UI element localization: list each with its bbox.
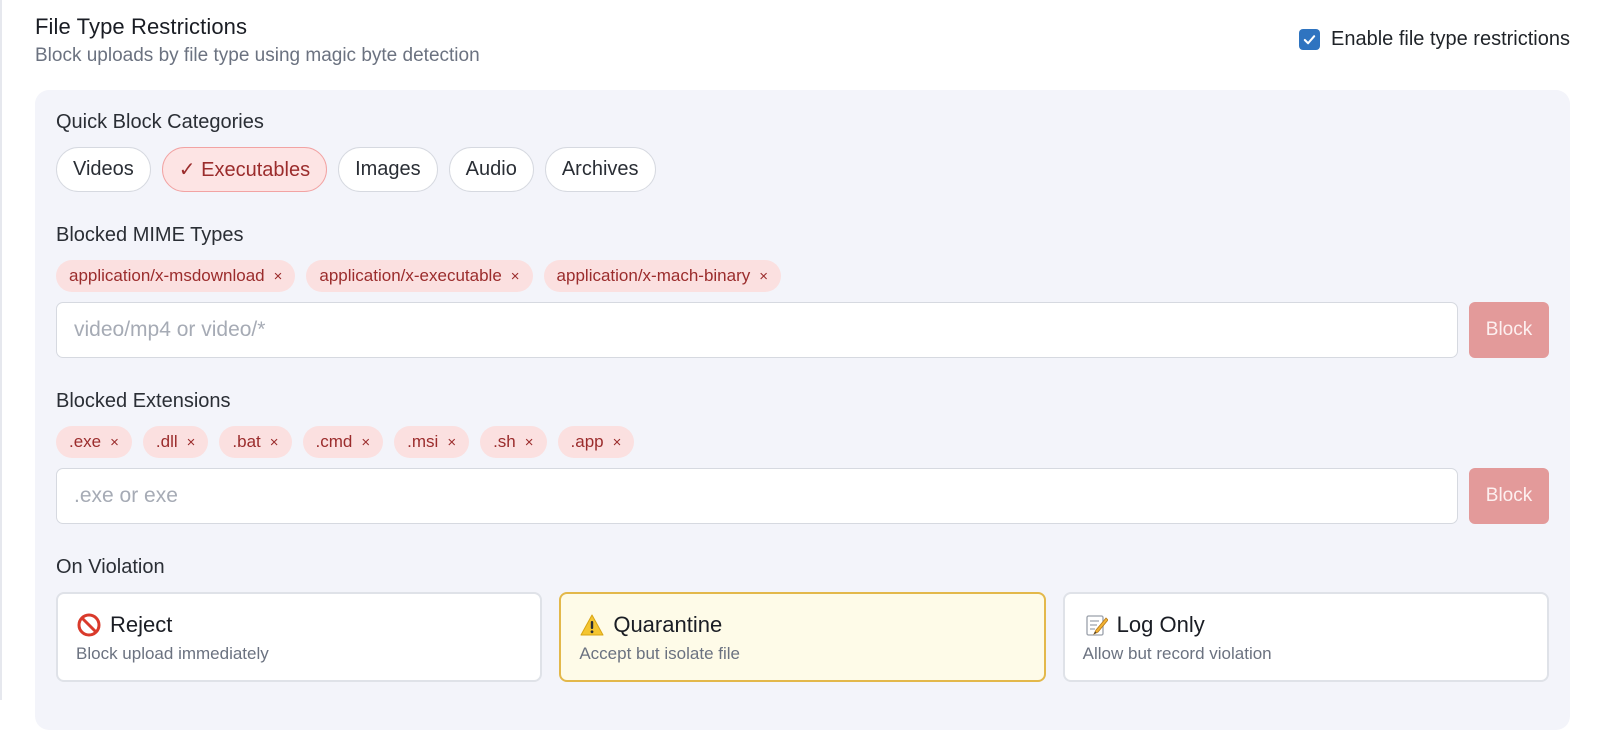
remove-tag-icon[interactable]: ×	[613, 434, 622, 451]
mime-tag-list: application/x-msdownload × application/x-…	[56, 260, 782, 292]
violation-option-quarantine[interactable]: Quarantine Accept but isolate file	[559, 592, 1046, 682]
option-title: Reject	[110, 612, 173, 637]
extension-tag: .dll ×	[142, 426, 209, 458]
category-chip-audio[interactable]: Audio	[448, 147, 534, 192]
option-title: Log Only	[1116, 612, 1205, 637]
memo-icon	[1083, 612, 1109, 638]
option-description: Accept but isolate file	[579, 644, 740, 663]
extension-tag: .msi ×	[394, 426, 470, 458]
extension-tag: .exe ×	[56, 426, 132, 458]
no-entry-icon	[76, 612, 102, 638]
page-title: File Type Restrictions	[35, 14, 248, 39]
left-divider	[0, 0, 2, 700]
tag-label: .app	[570, 432, 604, 451]
tag-label: application/x-executable	[319, 266, 502, 285]
violation-option-reject[interactable]: Reject Block upload immediately	[56, 592, 543, 682]
tag-label: .sh	[493, 432, 516, 451]
page-subtitle: Block uploads by file type using magic b…	[35, 45, 480, 66]
restrictions-panel: Quick Block Categories Videos ✓ Executab…	[35, 90, 1570, 730]
tag-label: .bat	[232, 432, 261, 451]
mime-input-row: Block	[56, 302, 1549, 358]
mime-tag: application/x-mach-binary ×	[543, 260, 782, 292]
extension-tag: .app ×	[557, 426, 635, 458]
tag-label: application/x-msdownload	[69, 266, 265, 285]
category-chip-archives[interactable]: Archives	[544, 147, 656, 192]
block-extension-button[interactable]: Block	[1469, 468, 1549, 524]
extension-tag: .cmd ×	[302, 426, 384, 458]
violation-options: Reject Block upload immediately Quaranti…	[56, 592, 1549, 682]
category-chip-videos[interactable]: Videos	[56, 147, 151, 192]
option-description: Allow but record violation	[1082, 644, 1272, 663]
extension-tag-list: .exe × .dll × .bat × .cmd × .msi × .sh × .app ×	[56, 426, 635, 458]
enable-label: Enable file type restrictions	[1330, 28, 1570, 50]
tag-label: .exe	[69, 432, 102, 451]
extension-tag: .sh ×	[480, 426, 547, 458]
tag-label: .msi	[407, 432, 439, 451]
remove-tag-icon[interactable]: ×	[759, 268, 768, 285]
category-chips: Videos ✓ Executables Images Audio Archiv…	[56, 147, 656, 192]
block-mime-button[interactable]: Block	[1469, 302, 1549, 358]
option-description: Block upload immediately	[76, 644, 269, 663]
option-title: Quarantine	[613, 612, 723, 637]
extensions-label: Blocked Extensions	[56, 390, 231, 412]
enable-restrictions-toggle[interactable]: Enable file type restrictions	[1298, 28, 1570, 51]
mime-tag: application/x-msdownload ×	[56, 260, 296, 292]
remove-tag-icon[interactable]: ×	[447, 434, 456, 451]
remove-tag-icon[interactable]: ×	[270, 434, 279, 451]
remove-tag-icon[interactable]: ×	[525, 434, 534, 451]
mime-type-input[interactable]	[56, 302, 1458, 358]
remove-tag-icon[interactable]: ×	[274, 268, 283, 285]
checkmark-icon	[1303, 35, 1316, 45]
category-chip-images[interactable]: Images	[338, 147, 438, 192]
remove-tag-icon[interactable]: ×	[511, 268, 520, 285]
remove-tag-icon[interactable]: ×	[187, 434, 196, 451]
extension-input[interactable]	[56, 468, 1458, 524]
remove-tag-icon[interactable]: ×	[110, 434, 119, 451]
section-header: File Type Restrictions Block uploads by …	[35, 12, 1570, 72]
categories-label: Quick Block Categories	[56, 111, 264, 133]
warning-icon	[579, 612, 605, 638]
enable-checkbox[interactable]	[1298, 29, 1320, 50]
category-chip-executables[interactable]: ✓ Executables	[161, 147, 328, 192]
violation-option-log-only[interactable]: Log Only Allow but record violation	[1062, 592, 1549, 682]
extension-input-row: Block	[56, 468, 1549, 524]
violation-label: On Violation	[56, 556, 165, 578]
tag-label: .dll	[155, 432, 178, 451]
tag-label: .cmd	[315, 432, 353, 451]
mime-tag: application/x-executable ×	[306, 260, 533, 292]
tag-label: application/x-mach-binary	[556, 266, 751, 285]
mime-types-label: Blocked MIME Types	[56, 224, 244, 246]
extension-tag: .bat ×	[219, 426, 292, 458]
remove-tag-icon[interactable]: ×	[361, 434, 370, 451]
